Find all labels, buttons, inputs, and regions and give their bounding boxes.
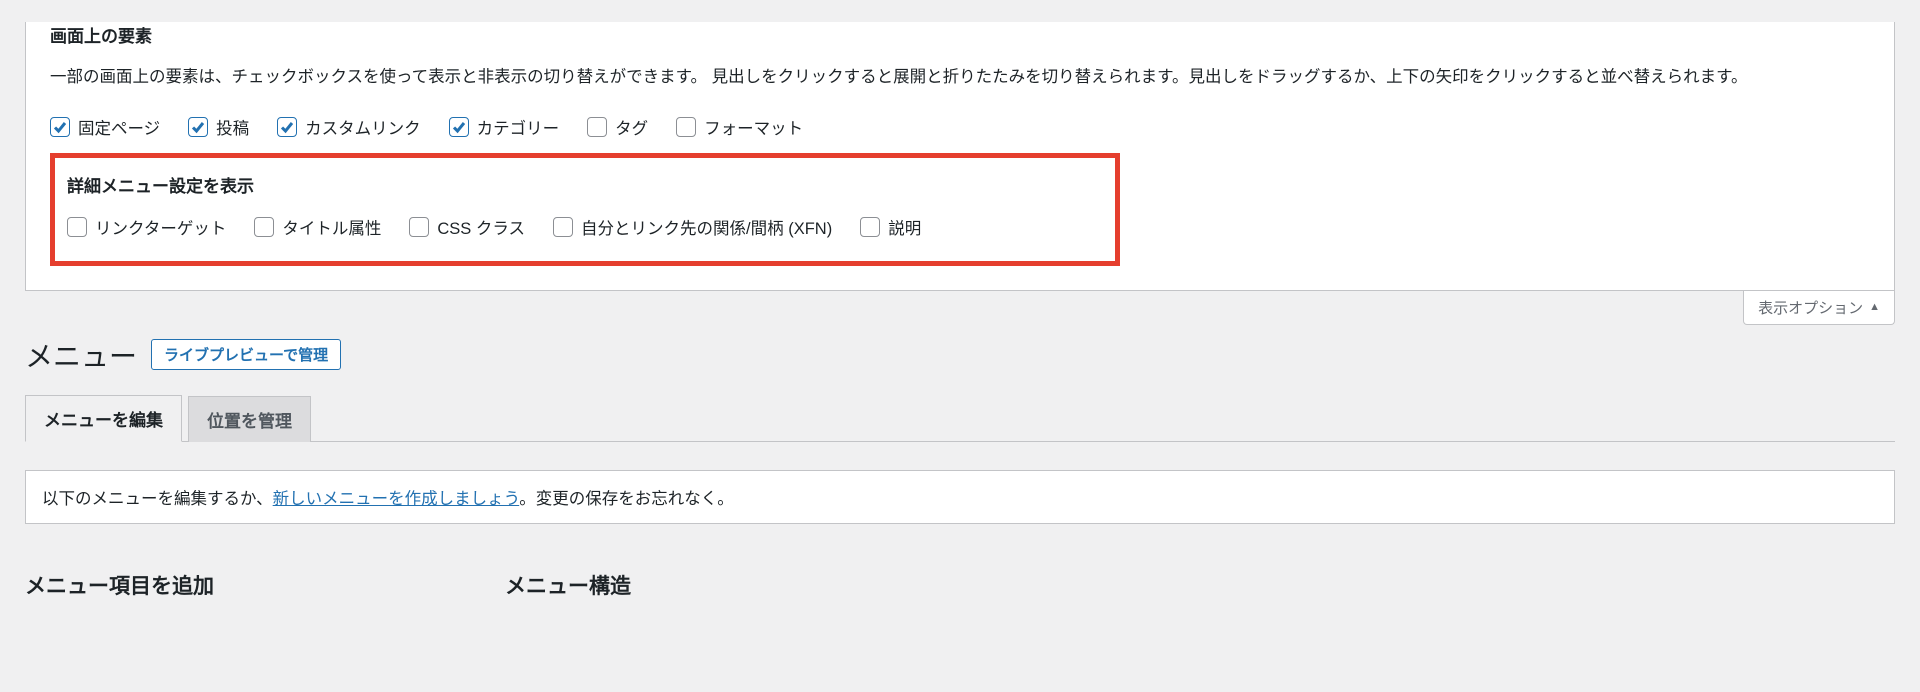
checkbox-label: タイトル属性 (282, 215, 381, 239)
checkbox-label: 投稿 (216, 115, 249, 139)
checkbox-icon[interactable] (254, 217, 274, 237)
menu-structure-heading: メニュー構造 (505, 570, 631, 600)
checkbox-fixed-page[interactable]: 固定ページ (50, 115, 160, 139)
checkbox-label: カスタムリンク (305, 115, 421, 139)
advanced-settings-heading: 詳細メニュー設定を表示 (67, 172, 1103, 197)
checkbox-label: 説明 (888, 215, 921, 239)
checkbox-tag[interactable]: タグ (587, 115, 648, 139)
checkbox-icon[interactable] (277, 117, 297, 137)
checkbox-xfn[interactable]: 自分とリンク先の関係/間柄 (XFN) (553, 215, 832, 239)
checkbox-format[interactable]: フォーマット (676, 115, 803, 139)
checkbox-icon[interactable] (409, 217, 429, 237)
checkbox-custom-link[interactable]: カスタムリンク (277, 115, 421, 139)
page-heading-row: メニュー ライブプレビューで管理 (25, 335, 1895, 375)
chevron-up-icon: ▲ (1869, 302, 1880, 313)
screen-options-toggle-button[interactable]: 表示オプション ▲ (1743, 291, 1895, 325)
checkbox-icon[interactable] (860, 217, 880, 237)
checkbox-description[interactable]: 説明 (860, 215, 921, 239)
live-preview-button[interactable]: ライブプレビューで管理 (151, 339, 341, 370)
checkbox-link-target[interactable]: リンクターゲット (67, 215, 226, 239)
checkbox-icon[interactable] (676, 117, 696, 137)
checkbox-label: 固定ページ (78, 115, 160, 139)
checkbox-label: リンクターゲット (95, 215, 226, 239)
screen-elements-checkbox-row: 固定ページ 投稿 カスタムリンク カテゴリー タグ フォーマット (50, 115, 1870, 139)
checkbox-css-class[interactable]: CSS クラス (409, 215, 525, 239)
checkbox-icon[interactable] (188, 117, 208, 137)
advanced-settings-checkbox-row: リンクターゲット タイトル属性 CSS クラス 自分とリンク先の関係/間柄 (X… (67, 215, 1103, 239)
checkbox-icon[interactable] (449, 117, 469, 137)
advanced-settings-highlight: 詳細メニュー設定を表示 リンクターゲット タイトル属性 CSS クラス 自分とリ… (50, 153, 1120, 266)
screen-options-tab-wrap: 表示オプション ▲ (0, 291, 1895, 325)
screen-elements-heading: 画面上の要素 (50, 22, 1870, 47)
add-menu-items-heading: メニュー項目を追加 (25, 570, 365, 600)
checkbox-label: タグ (615, 115, 648, 139)
nav-tabs: メニューを編集 位置を管理 (25, 395, 1895, 442)
checkbox-icon[interactable] (553, 217, 573, 237)
instruction-prefix: 以下のメニューを編集するか、 (42, 490, 273, 508)
columns-row: メニュー項目を追加 メニュー構造 (25, 570, 1895, 600)
tab-edit-menu[interactable]: メニューを編集 (25, 395, 182, 442)
screen-options-toggle-label: 表示オプション (1758, 297, 1863, 318)
screen-elements-description: 一部の画面上の要素は、チェックボックスを使って表示と非表示の切り替えができます。… (50, 63, 1870, 93)
checkbox-category[interactable]: カテゴリー (449, 115, 560, 139)
checkbox-title-attr[interactable]: タイトル属性 (254, 215, 381, 239)
checkbox-label: フォーマット (704, 115, 803, 139)
checkbox-posts[interactable]: 投稿 (188, 115, 249, 139)
checkbox-icon[interactable] (50, 117, 70, 137)
instruction-box: 以下のメニューを編集するか、新しいメニューを作成しましょう。変更の保存をお忘れな… (25, 470, 1895, 524)
checkbox-label: CSS クラス (437, 215, 525, 239)
checkbox-icon[interactable] (587, 117, 607, 137)
tab-manage-locations[interactable]: 位置を管理 (188, 396, 311, 442)
checkbox-icon[interactable] (67, 217, 87, 237)
add-menu-items-column: メニュー項目を追加 (25, 570, 365, 600)
menu-structure-column: メニュー構造 (505, 570, 631, 600)
checkbox-label: カテゴリー (477, 115, 560, 139)
page-title: メニュー (25, 335, 137, 375)
screen-options-panel: 画面上の要素 一部の画面上の要素は、チェックボックスを使って表示と非表示の切り替… (25, 22, 1895, 291)
checkbox-label: 自分とリンク先の関係/間柄 (XFN) (581, 215, 832, 239)
instruction-suffix: 。変更の保存をお忘れなく。 (519, 490, 734, 508)
create-new-menu-link[interactable]: 新しいメニューを作成しましょう (273, 490, 520, 508)
